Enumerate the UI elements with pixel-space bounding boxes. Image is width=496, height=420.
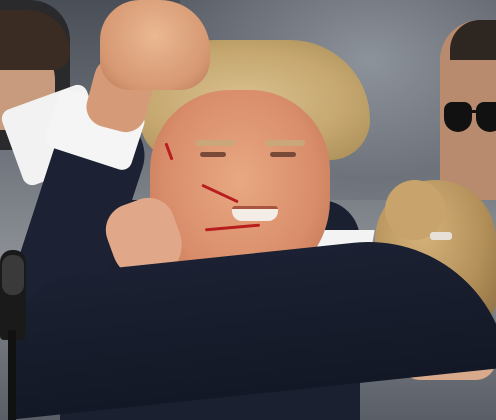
raised-fist [100,0,210,90]
left-eye [200,152,226,157]
microphone-stand [8,330,16,420]
photo [0,0,496,420]
hair-bun [385,180,445,240]
mouth [232,206,278,221]
microphone-grill [2,255,24,295]
left-eyebrow [195,140,235,146]
right-eye [270,152,296,157]
sunglasses [444,102,496,138]
hair-clip [430,232,452,240]
right-eyebrow [265,140,305,146]
